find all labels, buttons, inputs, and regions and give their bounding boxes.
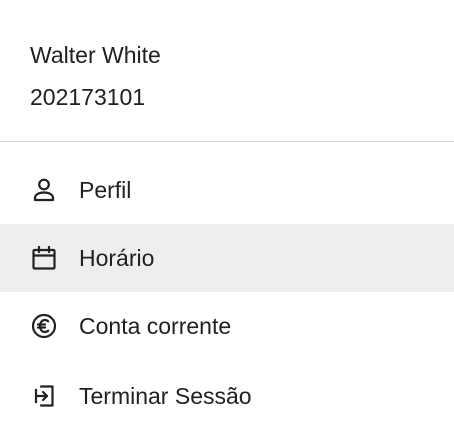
person-icon: [30, 176, 58, 204]
menu-item-conta-corrente[interactable]: Conta corrente: [0, 292, 454, 360]
menu-item-perfil[interactable]: Perfil: [0, 156, 454, 224]
menu-item-label: Horário: [79, 244, 155, 271]
menu-item-terminar-sessao[interactable]: Terminar Sessão: [0, 362, 454, 430]
menu-item-horario[interactable]: Horário: [0, 224, 454, 292]
logout-icon: [30, 382, 58, 410]
euro-icon: [30, 312, 58, 340]
user-header: Walter White 202173101: [30, 34, 161, 118]
user-menu: Walter White 202173101 Perfil Horário Co…: [0, 0, 454, 445]
menu-item-label: Conta corrente: [79, 312, 232, 339]
menu-item-label: Terminar Sessão: [79, 382, 252, 409]
divider: [0, 141, 454, 142]
user-name: Walter White: [30, 42, 161, 68]
menu-item-label: Perfil: [79, 176, 132, 203]
user-id: 202173101: [30, 84, 146, 110]
calendar-icon: [30, 244, 58, 272]
